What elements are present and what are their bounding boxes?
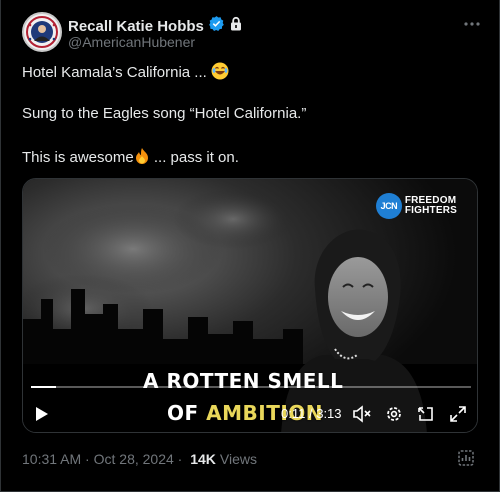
author-name[interactable]: Recall Katie Hobbs <box>68 18 204 35</box>
post-text-line-1: Hotel Kamala’s California ... <box>22 62 229 86</box>
meta-separator: · <box>81 451 94 467</box>
verified-badge-icon <box>208 15 225 37</box>
video-progress-bar[interactable] <box>31 386 471 388</box>
current-time: 0:11 <box>281 406 306 421</box>
meta-separator: · <box>173 451 187 467</box>
play-icon[interactable] <box>31 403 53 425</box>
expand-icon[interactable] <box>447 403 469 425</box>
video-time: 0:11 / 3:13 <box>281 406 342 421</box>
post-time[interactable]: 10:31 AM <box>22 451 81 467</box>
picture-in-picture-icon[interactable] <box>415 403 437 425</box>
post-text: Hotel Kamala’s California ... <box>22 64 207 81</box>
logo-badge: JCN <box>375 193 402 219</box>
post-text: ... pass it on. <box>149 149 239 166</box>
logo-line-2: FIGHTERS <box>404 205 457 216</box>
post-date[interactable]: Oct 28, 2024 <box>94 451 174 467</box>
speaker-muted-icon[interactable] <box>351 403 373 425</box>
post-text: This is awesome <box>22 149 134 166</box>
gear-icon[interactable] <box>383 403 405 425</box>
video-controls: 0:11 / 3:13 <box>23 401 477 427</box>
post-text-line-2: Sung to the Eagles song “Hotel Californi… <box>22 105 307 122</box>
post-meta: 10:31 AM · Oct 28, 2024 · 14K Views <box>22 451 257 467</box>
more-dots-icon[interactable] <box>462 14 482 34</box>
author-handle[interactable]: @AmericanHubener <box>68 34 195 50</box>
analytics-icon[interactable] <box>456 448 478 470</box>
avatar[interactable] <box>22 12 62 52</box>
views-label: Views <box>219 451 258 467</box>
lock-icon <box>229 16 243 36</box>
channel-logo: JCN FREEDOM FIGHTERS <box>375 193 457 219</box>
video-caption-line-1: A ROTTEN SMELL <box>143 369 344 393</box>
duration: 3:13 <box>316 406 342 421</box>
laughing-emoji-icon <box>211 62 229 86</box>
post-header: Recall Katie Hobbs @AmericanHubener <box>22 12 482 52</box>
fire-emoji-icon <box>134 147 150 171</box>
views-count[interactable]: 14K <box>190 451 216 467</box>
video-player[interactable]: JCN FREEDOM FIGHTERS A ROTTEN SMELL OF A… <box>22 178 478 433</box>
time-separator: / <box>308 406 313 421</box>
video-progress-fill <box>31 386 57 388</box>
post-text-line-3: This is awesome ... pass it on. <box>22 147 239 171</box>
